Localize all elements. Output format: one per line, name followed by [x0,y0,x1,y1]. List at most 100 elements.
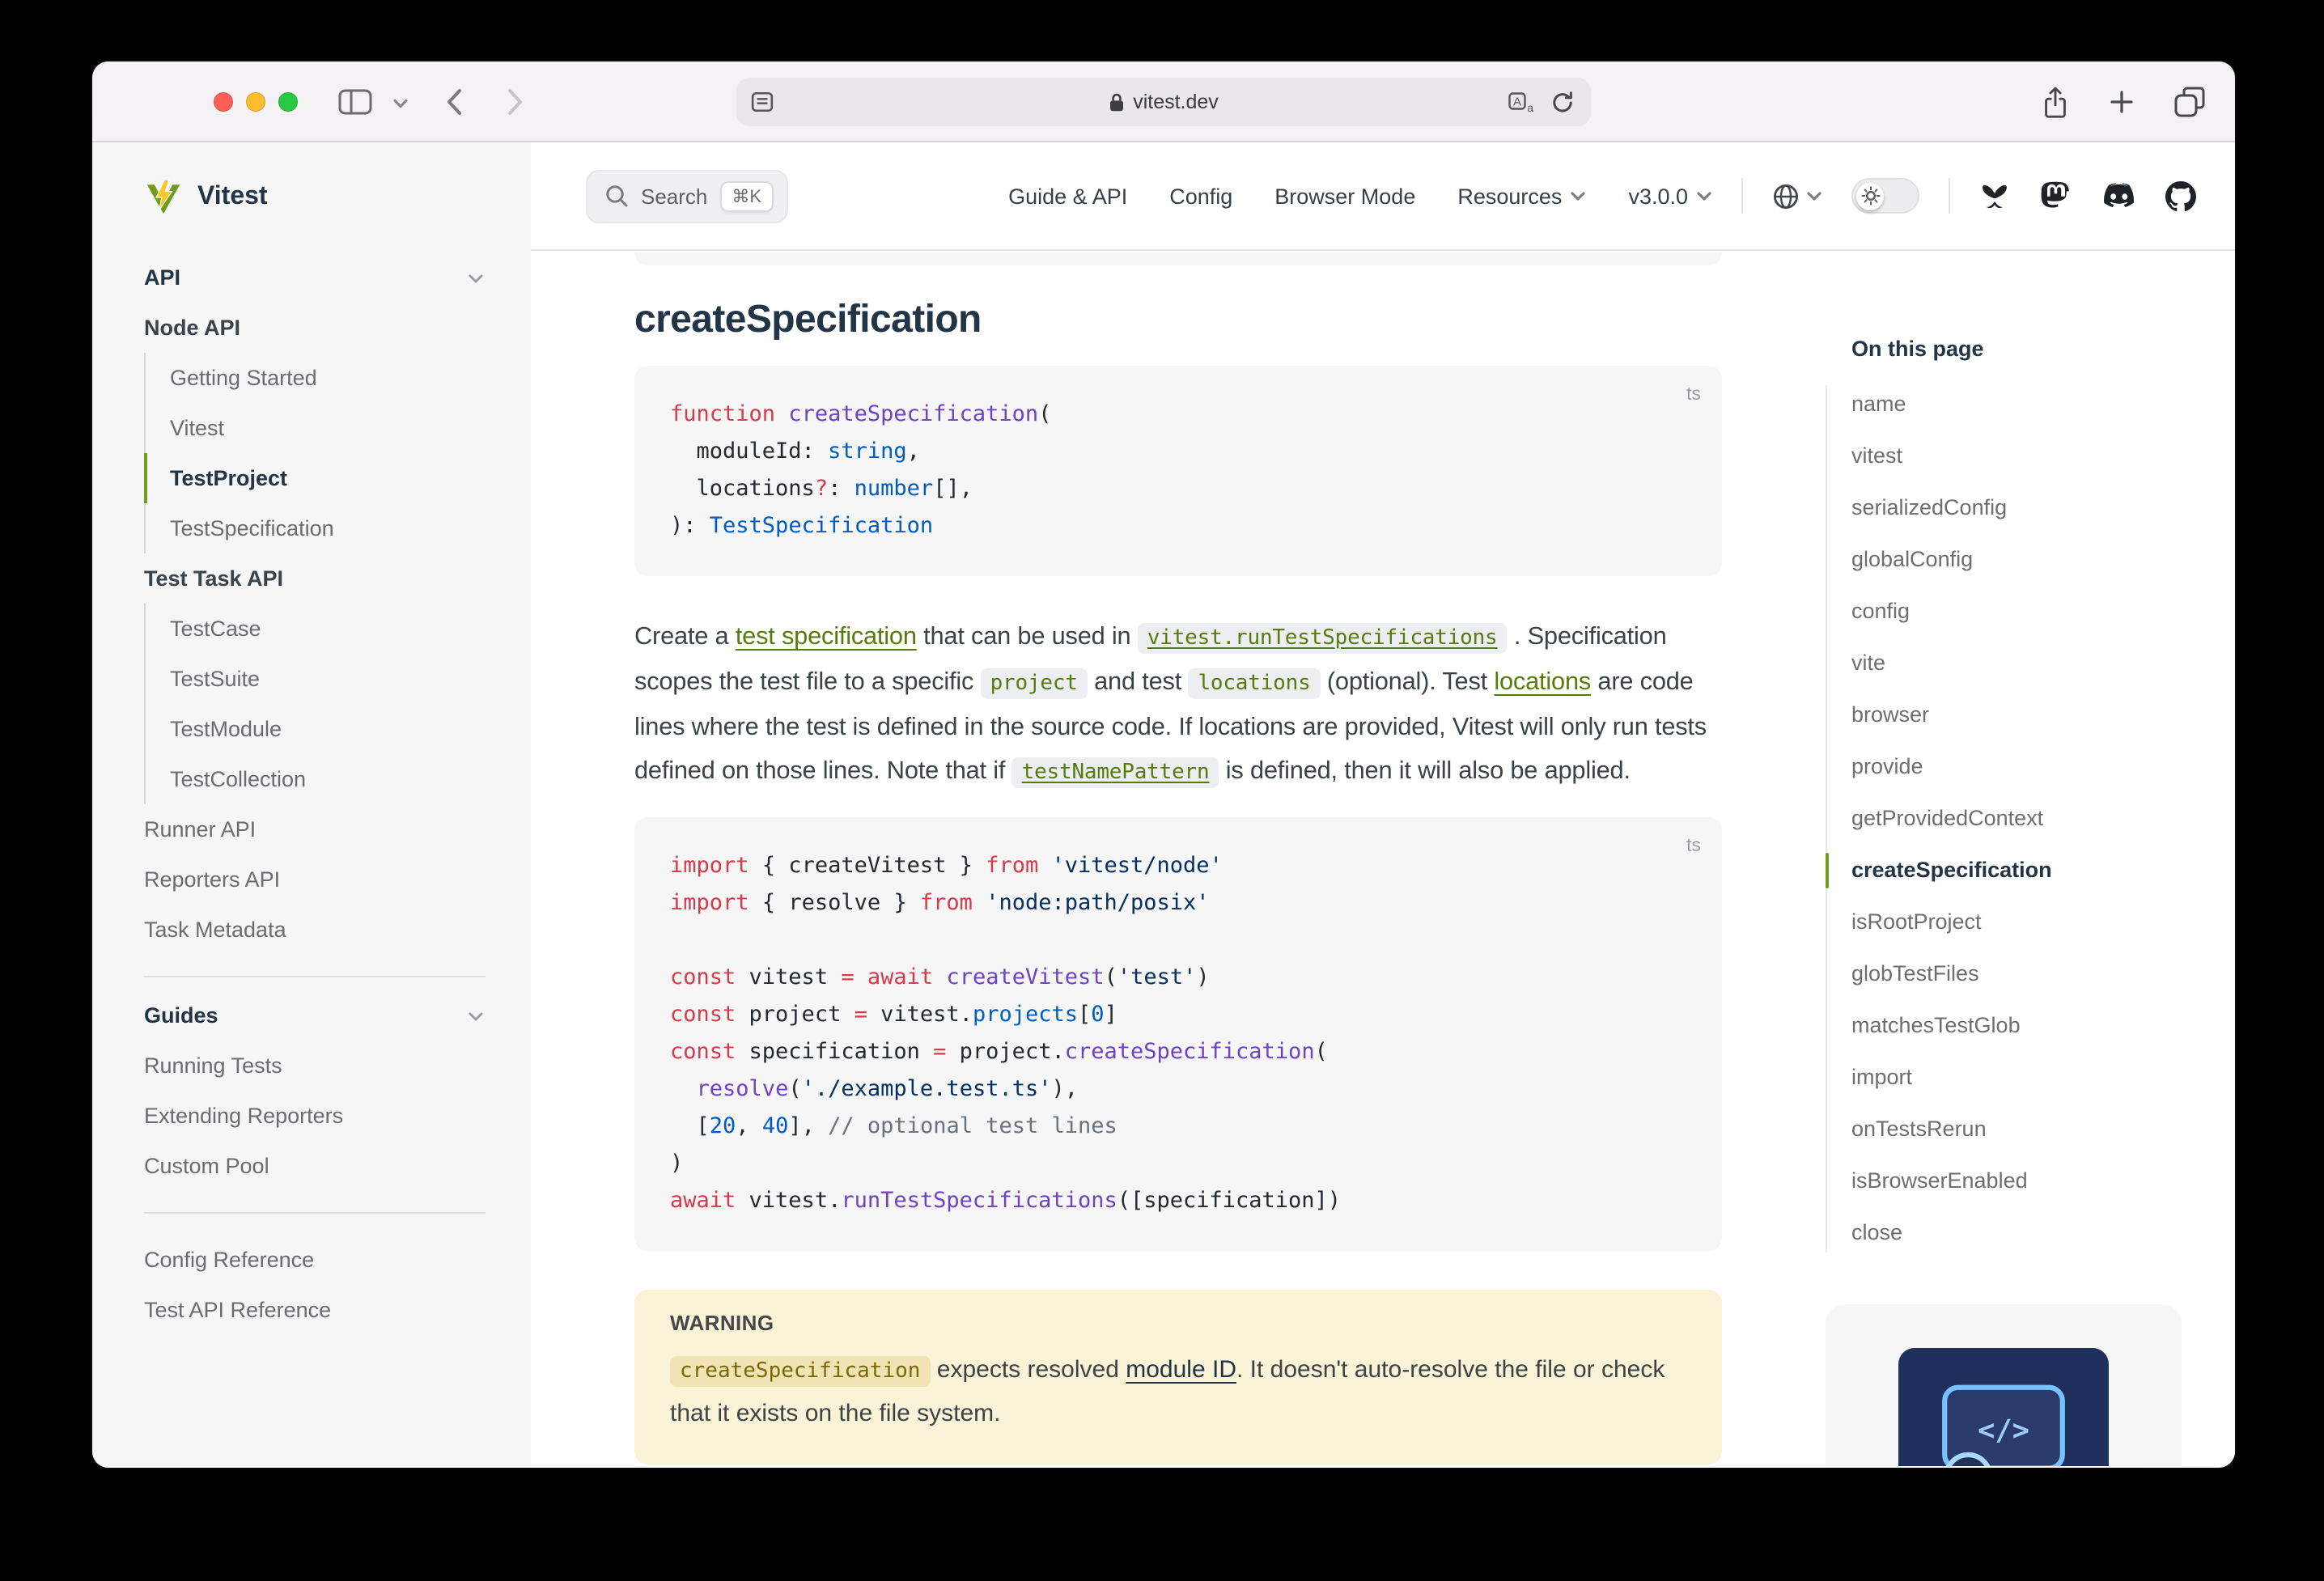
brand-home-link[interactable]: Vitest [144,155,492,239]
sidebar-item-node-api[interactable]: Node API [144,303,486,353]
nav-link-label: v3.0.0 [1628,184,1688,208]
discord-icon[interactable] [2101,183,2135,209]
inline-code[interactable]: testNamePattern [1012,757,1219,788]
toc-item-isrootproject[interactable]: isRootProject [1851,896,2214,948]
code-line: locations?: number[], [670,471,1686,508]
svg-text:A: A [1513,95,1521,108]
sidebar-item-config-reference[interactable]: Config Reference [144,1235,486,1285]
toc-item-vite[interactable]: vite [1851,638,2214,689]
translate-icon[interactable]: Aa [1508,78,1536,126]
warning-title: WARNING [670,1311,1686,1335]
sidebar-item-task-metadata[interactable]: Task Metadata [144,905,486,955]
sun-icon [1856,182,1884,210]
address-bar[interactable]: vitest.dev Aa [736,78,1591,126]
sidebar-section-guides[interactable]: Guides [144,1003,486,1028]
toc-item-provide[interactable]: provide [1851,741,2214,793]
back-icon[interactable] [445,87,463,117]
page-body: Vitest APINode APIGetting StartedVitestT… [92,142,2235,1466]
toc-item-import[interactable]: import [1851,1052,2214,1104]
nav-link-v3-0-0[interactable]: v3.0.0 [1628,184,1712,208]
sidebar-divider [144,976,486,977]
toc-item-globalconfig[interactable]: globalConfig [1851,534,2214,586]
bluesky-icon[interactable] [1979,182,2010,210]
toc-item-ontestsrerun[interactable]: onTestsRerun [1851,1104,2214,1155]
toc-item-browser[interactable]: browser [1851,689,2214,741]
new-tab-icon[interactable] [2109,89,2135,115]
code-line: [20, 40], // optional test lines [670,1108,1686,1146]
language-menu[interactable] [1772,182,1822,210]
code-line: import { createVitest } from 'vitest/nod… [670,848,1686,885]
url-text: vitest.dev [1133,91,1219,113]
inline-link[interactable]: module ID [1126,1356,1236,1384]
github-icon[interactable] [2165,180,2196,211]
zoom-icon[interactable] [278,92,298,112]
theme-toggle[interactable] [1851,178,1919,214]
sidebar-toggle-icon[interactable] [338,89,372,115]
nav-link-label: Config [1169,184,1232,208]
sidebar-item-testspecification[interactable]: TestSpecification [144,503,486,553]
nav-link-config[interactable]: Config [1169,184,1232,208]
toc-item-getprovidedcontext[interactable]: getProvidedContext [1851,793,2214,845]
toc-item-vitest[interactable]: vitest [1851,430,2214,482]
sidebar-divider [144,1212,486,1214]
code-line: moduleId: string, [670,434,1686,471]
page-settings-icon[interactable] [751,78,774,126]
navbar-divider [1949,178,1950,214]
sidebar-item-getting-started[interactable]: Getting Started [144,353,486,403]
toc-item-close[interactable]: close [1851,1207,2214,1259]
nav-link-browser-mode[interactable]: Browser Mode [1274,184,1415,208]
browser-window: vitest.dev Aa [92,61,2235,1468]
close-icon[interactable] [214,92,233,112]
code-preview-illustration: </> [1898,1348,2109,1466]
nav-link-guide-api[interactable]: Guide & API [1008,184,1127,208]
toc-item-isbrowserenabled[interactable]: isBrowserEnabled [1851,1155,2214,1207]
sidebar-item-vitest[interactable]: Vitest [144,403,486,453]
sidebar-item-runner-api[interactable]: Runner API [144,804,486,854]
code-lang-label: ts [1686,377,1701,414]
sidebar-item-custom-pool[interactable]: Custom Pool [144,1141,486,1191]
search-icon [605,184,628,207]
sidebar-item-testmodule[interactable]: TestModule [144,704,486,754]
forward-icon[interactable] [507,87,524,117]
nav-link-label: Resources [1457,184,1562,208]
sponsor-card[interactable]: </> [1826,1304,2182,1466]
tab-groups-chevron-icon[interactable] [393,99,408,108]
sidebar-item-testsuite[interactable]: TestSuite [144,654,486,704]
toc-item-config[interactable]: config [1851,586,2214,638]
code-lang-label: ts [1686,829,1701,866]
sidebar-item-testproject[interactable]: TestProject [144,453,486,503]
toc-item-name[interactable]: name [1851,379,2214,430]
toc-item-matchestestglob[interactable]: matchesTestGlob [1851,1000,2214,1052]
inline-link[interactable]: test specification [736,623,917,651]
sidebar-item-testcase[interactable]: TestCase [144,604,486,654]
traffic-lights [214,92,298,112]
sidebar-section-api[interactable]: API [144,265,486,290]
sidebar-item-extending-reporters[interactable]: Extending Reporters [144,1091,486,1141]
share-icon[interactable] [2041,85,2070,119]
inline-code: createSpecification [670,1356,930,1387]
previous-code-block-remnant [634,252,1722,265]
toc-item-globtestfiles[interactable]: globTestFiles [1851,948,2214,1000]
reload-icon[interactable] [1550,78,1575,126]
nav-link-label: Guide & API [1008,184,1127,208]
toc-item-createspecification[interactable]: createSpecification [1851,845,2214,896]
inline-link[interactable]: locations [1494,668,1591,696]
sidebar-item-reporters-api[interactable]: Reporters API [144,854,486,905]
inline-code: project [981,668,1088,699]
chevron-down-icon [1570,190,1586,201]
sidebar-item-running-tests[interactable]: Running Tests [144,1041,486,1091]
inline-code[interactable]: vitest.runTestSpecifications [1138,623,1508,654]
vitest-logo-icon [144,178,183,217]
browser-toolbar: vitest.dev Aa [92,61,2235,142]
search-button[interactable]: Search ⌘K [586,169,787,223]
minimize-icon[interactable] [246,92,265,112]
mastodon-icon[interactable] [2041,180,2070,211]
sidebar-item-testcollection[interactable]: TestCollection [144,754,486,804]
tab-overview-icon[interactable] [2173,86,2206,118]
svg-text:</>: </> [1978,1414,2029,1447]
sidebar-item-test-api-reference[interactable]: Test API Reference [144,1285,486,1335]
toc-item-serializedconfig[interactable]: serializedConfig [1851,482,2214,534]
search-label: Search [641,184,707,208]
nav-link-resources[interactable]: Resources [1457,184,1586,208]
sidebar-item-test-task-api[interactable]: Test Task API [144,553,486,604]
